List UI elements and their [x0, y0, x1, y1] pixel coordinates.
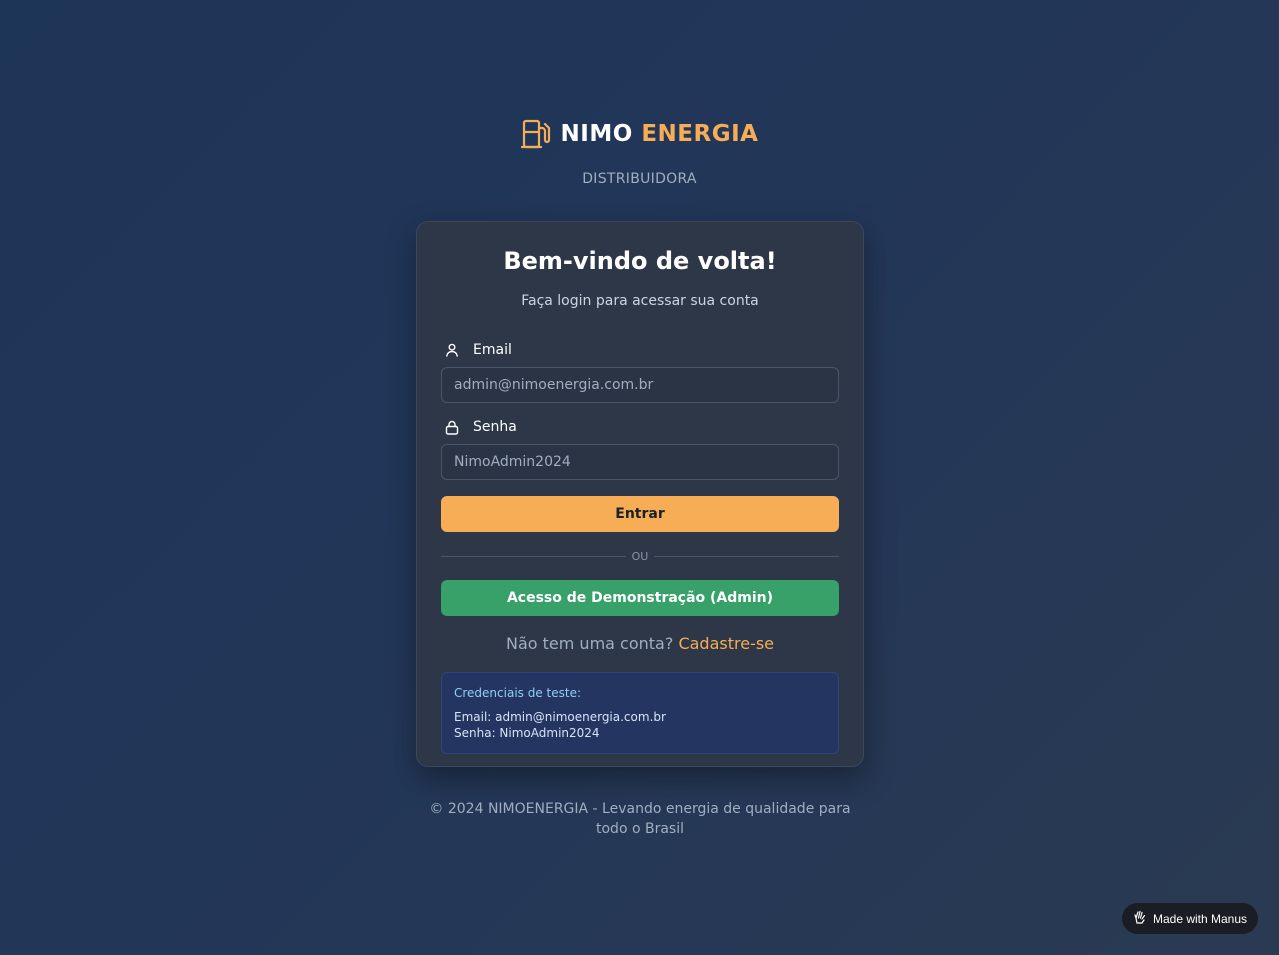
demo-access-button[interactable]: Acesso de Demonstração (Admin)	[441, 580, 839, 616]
footer-copyright: © 2024 NIMOENERGIA - Levando energia de …	[429, 801, 851, 837]
signup-link[interactable]: Cadastre-se	[678, 634, 774, 653]
email-label-text: Email	[473, 342, 512, 358]
made-with-manus-badge[interactable]: Made with Manus	[1122, 903, 1258, 934]
password-field[interactable]	[441, 444, 839, 480]
fuel-pump-icon	[520, 117, 553, 151]
brand-header: NIMO ENERGIA	[0, 117, 1279, 151]
credentials-title: Credenciais de teste:	[454, 686, 582, 700]
brand-name: NIMO ENERGIA	[561, 121, 759, 147]
test-credentials-box: Credenciais de teste: Email: admin@nimoe…	[441, 672, 839, 754]
password-label: Senha	[441, 419, 839, 435]
divider-line-right	[654, 555, 839, 557]
or-divider: OU	[441, 548, 839, 564]
signup-prompt: Não tem uma conta? Cadastre-se	[441, 634, 839, 653]
email-field[interactable]	[441, 367, 839, 403]
password-label-text: Senha	[473, 419, 517, 435]
login-title: Bem-vindo de volta!	[503, 247, 777, 275]
email-label: Email	[441, 342, 839, 358]
lock-icon	[441, 420, 463, 435]
divider-text: OU	[631, 549, 649, 563]
manus-hand-icon	[1133, 910, 1147, 927]
brand-tagline: DISTRIBUIDORA	[582, 171, 697, 187]
login-card: Bem-vindo de volta! Faça login para aces…	[416, 221, 864, 767]
brand-name-part2: ENERGIA	[641, 121, 759, 147]
manus-badge-label: Made with Manus	[1152, 911, 1248, 926]
credentials-password: Senha: NimoAdmin2024	[454, 726, 600, 740]
credentials-email: Email: admin@nimoenergia.com.br	[454, 710, 666, 724]
login-subtitle: Faça login para acessar sua conta	[521, 293, 759, 309]
user-icon	[441, 343, 463, 357]
login-button[interactable]: Entrar	[441, 496, 839, 532]
brand-name-part1: NIMO	[560, 121, 633, 147]
signup-prompt-text: Não tem uma conta?	[505, 634, 674, 653]
divider-line-left	[441, 555, 626, 557]
